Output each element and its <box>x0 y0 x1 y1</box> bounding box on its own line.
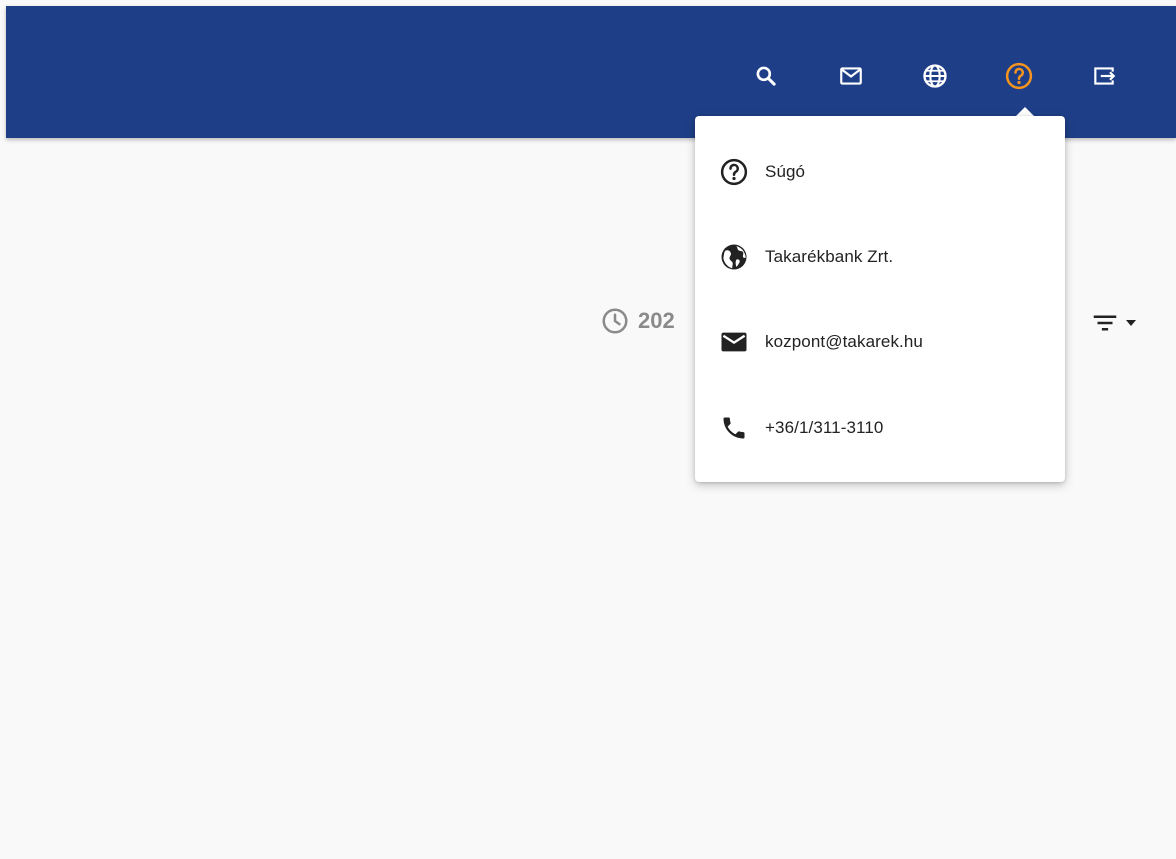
menu-item-label: Takarékbank Zrt. <box>765 247 894 266</box>
menu-item-phone[interactable]: +36/1/311-3110 <box>695 398 1065 458</box>
timestamp-text: 202 <box>638 308 675 333</box>
filter-button[interactable] <box>1090 308 1150 338</box>
help-dropdown-menu: Súgó Takarékbank Zrt. kozpont@takarek.hu… <box>695 116 1065 482</box>
menu-item-label: Súgó <box>765 162 806 181</box>
globe-icon <box>719 242 749 272</box>
last-update-timestamp: 202 <box>600 305 675 337</box>
search-button[interactable] <box>748 58 784 94</box>
help-button[interactable] <box>1001 58 1037 94</box>
chevron-down-icon <box>1126 320 1136 326</box>
menu-item-label: kozpont@takarek.hu <box>765 332 923 351</box>
logout-button[interactable] <box>1086 58 1122 94</box>
phone-icon <box>719 413 749 443</box>
globe-icon <box>923 64 947 88</box>
mail-button[interactable] <box>833 58 869 94</box>
mail-icon <box>719 327 749 357</box>
help-icon <box>719 157 749 187</box>
mail-icon <box>840 67 862 85</box>
menu-item-company[interactable]: Takarékbank Zrt. <box>695 227 1065 287</box>
logout-icon <box>1094 67 1116 85</box>
help-icon <box>1005 62 1033 90</box>
clock-icon <box>602 308 628 334</box>
menu-item-email[interactable]: kozpont@takarek.hu <box>695 312 1065 372</box>
language-button[interactable] <box>917 58 953 94</box>
app-page: 202 Súgó Takarékbank Zrt. kozpont@takare… <box>0 0 1176 859</box>
search-icon <box>756 66 776 86</box>
filter-icon <box>1093 315 1117 331</box>
menu-item-help[interactable]: Súgó <box>695 142 1065 202</box>
menu-item-label: +36/1/311-3110 <box>765 418 884 437</box>
